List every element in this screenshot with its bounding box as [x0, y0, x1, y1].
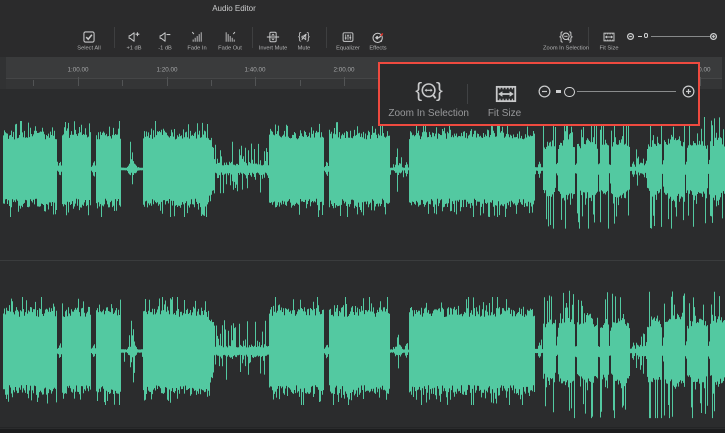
- svg-text:{: {: [415, 80, 422, 102]
- svg-text:}: }: [436, 80, 443, 102]
